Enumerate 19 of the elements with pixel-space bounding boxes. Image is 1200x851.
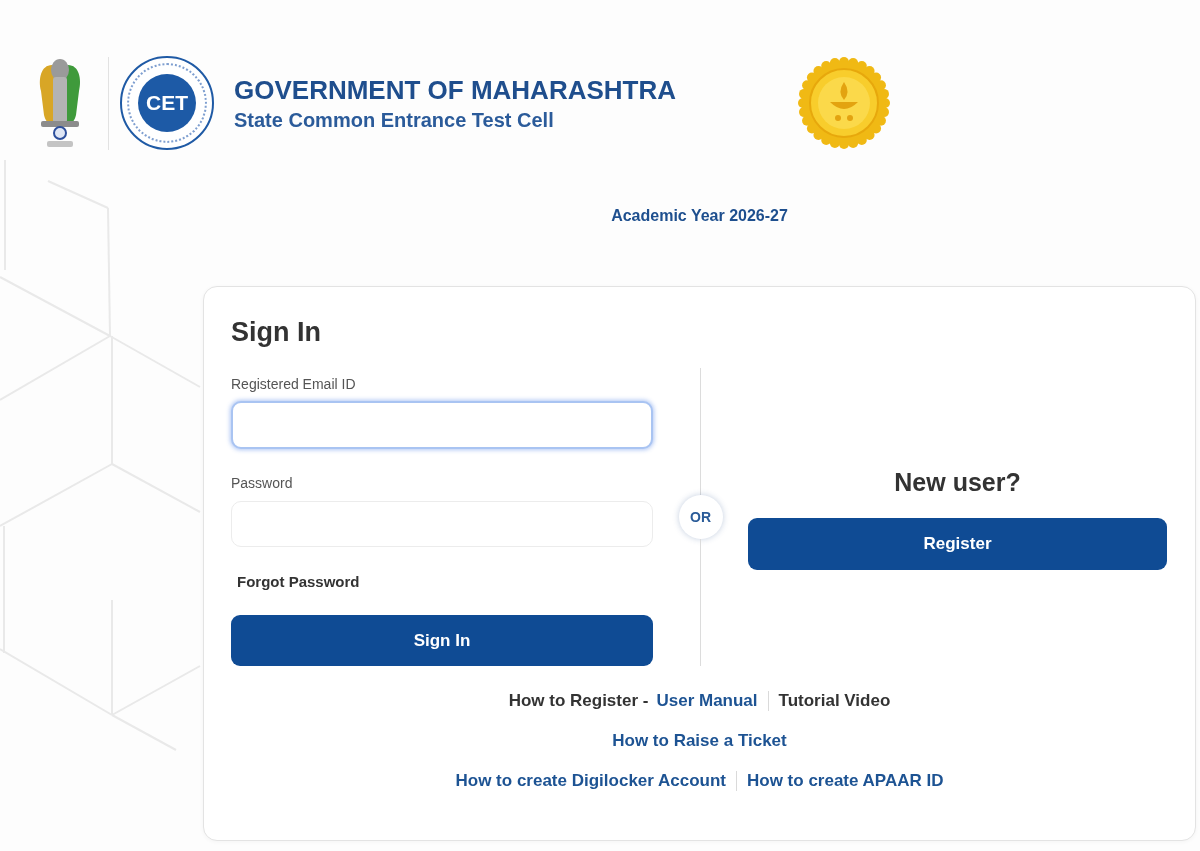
- help-text: How to Register -: [508, 690, 649, 712]
- form-title: Sign In: [231, 316, 321, 348]
- site-title: GOVERNMENT OF MAHARASHTRA: [234, 74, 676, 105]
- email-field[interactable]: [231, 401, 653, 449]
- or-separator: OR: [678, 495, 723, 539]
- academic-year: Academic Year 2026-27: [611, 206, 788, 226]
- help-link[interactable]: How to Raise a Ticket: [612, 729, 787, 753]
- help-link[interactable]: How to create APAAR ID: [747, 769, 944, 793]
- field-label: Password: [231, 475, 293, 492]
- section-title: New user?: [894, 467, 1021, 497]
- site-subtitle: State Common Entrance Test Cell: [234, 107, 554, 132]
- logo-text: CET: [146, 92, 188, 114]
- help-link[interactable]: User Manual: [656, 689, 758, 713]
- field-label: Registered Email ID: [231, 376, 356, 393]
- help-link[interactable]: Tutorial Video: [778, 689, 891, 713]
- register-button[interactable]: Register: [748, 518, 1167, 570]
- help-link[interactable]: How to create Digilocker Account: [455, 769, 726, 793]
- forgot-password-link[interactable]: Forgot Password: [237, 573, 360, 590]
- sign-in-button[interactable]: Sign In: [231, 615, 653, 666]
